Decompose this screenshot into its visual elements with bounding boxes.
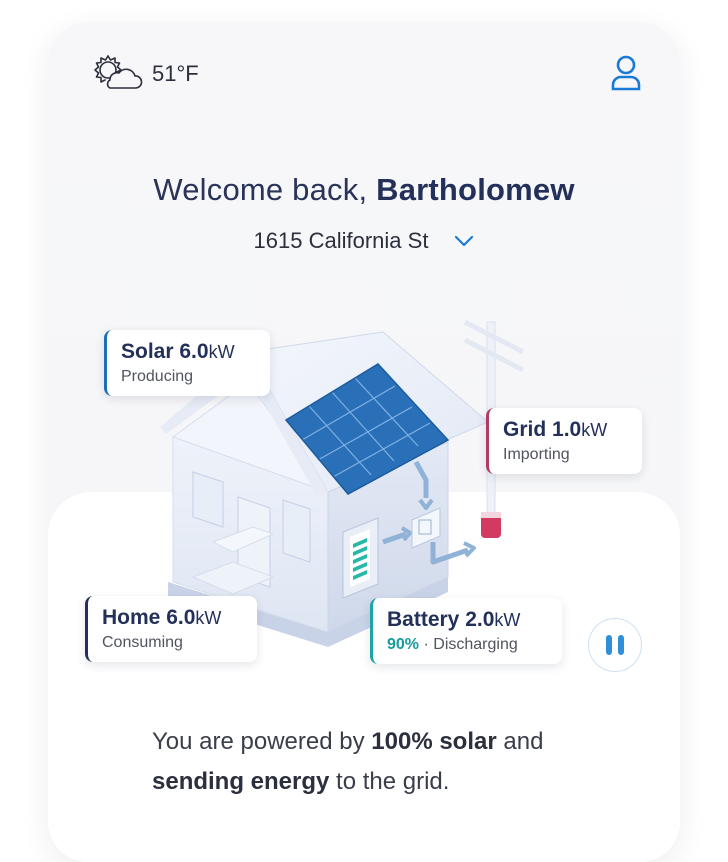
grid-value: 1.0 — [552, 418, 582, 441]
home-status: Consuming — [102, 634, 183, 651]
status-bold-1: 100% solar — [371, 728, 497, 755]
solar-unit: kW — [208, 342, 235, 362]
status-text-3: to the grid. — [329, 768, 450, 795]
battery-name: Battery — [387, 608, 460, 631]
pause-button[interactable] — [588, 618, 642, 672]
home-name: Home — [102, 606, 161, 629]
home-title: Home 6.0kW — [102, 606, 243, 630]
grid-status: Importing — [503, 446, 570, 463]
battery-value: 2.0 — [465, 608, 495, 631]
home-unit: kW — [195, 608, 222, 628]
battery-status: 90% · Discharging — [387, 636, 548, 654]
home-label[interactable]: Home 6.0kW Consuming — [85, 596, 257, 662]
solar-name: Solar — [121, 340, 174, 363]
status-text-2: and — [496, 728, 544, 755]
battery-status-text: Discharging — [433, 636, 518, 653]
pause-icon-bar-left — [606, 635, 612, 655]
dashboard-card: 51°F Welcome back, Bartholomew 1615 Cali… — [48, 22, 680, 862]
solar-status: Producing — [121, 368, 194, 385]
status-text-1: You are powered by — [152, 728, 372, 755]
status-message: You are powered by 100% solar and sendin… — [152, 722, 612, 802]
solar-title: Solar 6.0kW — [121, 340, 256, 364]
battery-title: Battery 2.0kW — [387, 608, 548, 632]
grid-label[interactable]: Grid 1.0kW Importing — [486, 408, 642, 474]
battery-label[interactable]: Battery 2.0kW 90% · Discharging — [370, 598, 562, 664]
battery-unit — [342, 517, 379, 599]
grid-title: Grid 1.0kW — [503, 418, 628, 442]
pause-icon-bar-right — [618, 635, 624, 655]
grid-name: Grid — [503, 418, 547, 441]
status-bold-2: sending energy — [152, 768, 330, 795]
battery-unit-text: kW — [494, 610, 521, 630]
solar-value: 6.0 — [179, 340, 209, 363]
battery-percent: 90% — [387, 636, 420, 653]
battery-separator: · — [423, 636, 429, 653]
solar-label[interactable]: Solar 6.0kW Producing — [104, 330, 270, 396]
home-value: 6.0 — [166, 606, 196, 629]
grid-unit: kW — [581, 420, 608, 440]
